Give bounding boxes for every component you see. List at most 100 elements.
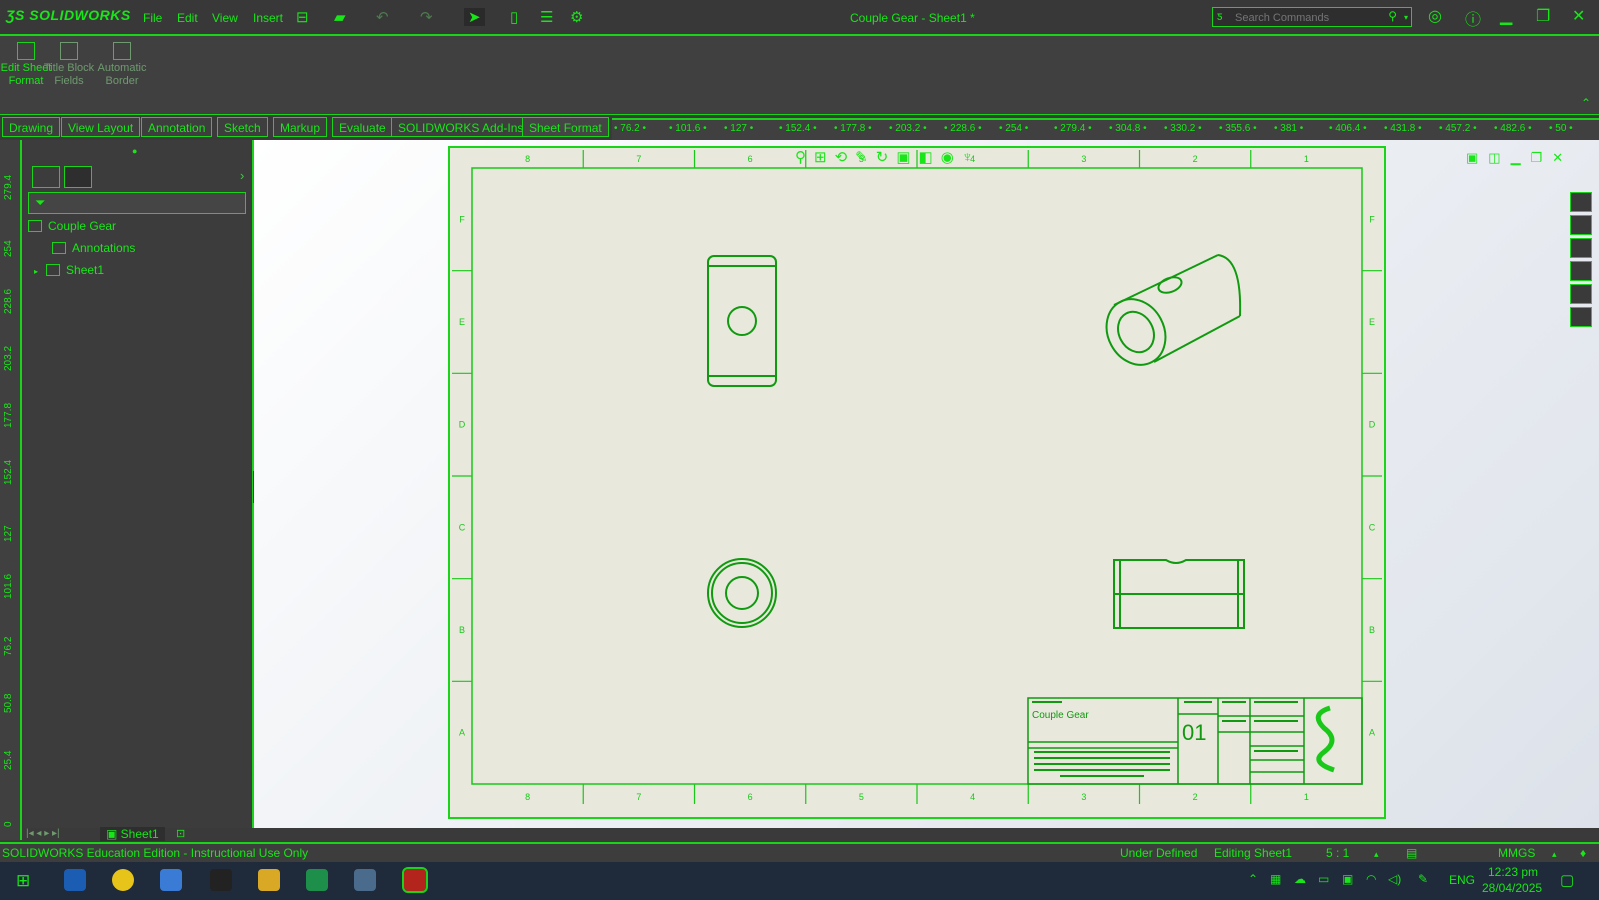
- hide-show-icon[interactable]: ◉: [941, 149, 962, 166]
- tree-root[interactable]: Couple Gear: [28, 219, 116, 233]
- clock-date[interactable]: 28/04/2025: [1482, 881, 1542, 895]
- rebuild-status-icon[interactable]: ▤: [1406, 846, 1417, 860]
- solidworks-taskbar-icon[interactable]: [402, 867, 428, 893]
- panel-handle-icon[interactable]: ●: [132, 146, 137, 156]
- tab-annotation[interactable]: Annotation: [141, 117, 213, 137]
- pen-icon[interactable]: ✎: [1418, 872, 1428, 886]
- appearance-icon[interactable]: ♆: [962, 149, 981, 166]
- tray-overflow-icon[interactable]: ⌃: [1248, 872, 1258, 886]
- menu-edit[interactable]: Edit: [177, 11, 198, 25]
- drawing-sheet[interactable]: 87654321 87654321 FEDCBA FEDCBA Couple G…: [448, 146, 1386, 819]
- search-commands[interactable]: ƽ ⚲ ▾: [1212, 7, 1412, 27]
- view-close-icon[interactable]: ✕: [1552, 150, 1573, 165]
- view-orientation-icon[interactable]: ▣: [896, 149, 918, 166]
- windows-start-icon[interactable]: ⊞: [16, 871, 30, 891]
- previous-view-icon[interactable]: ⟲: [835, 149, 856, 166]
- tree-item-sheet1[interactable]: ▸ Sheet1: [34, 263, 104, 277]
- feature-manager-tab-icon[interactable]: [32, 166, 60, 188]
- title-block-fields-icon: [60, 42, 78, 60]
- tab-view-layout[interactable]: View Layout: [61, 117, 141, 137]
- menu-file[interactable]: File: [143, 11, 162, 25]
- zoom-area-icon[interactable]: ⊞: [814, 149, 835, 166]
- sheet-nav-arrows-icon[interactable]: |◂ ◂ ▸ ▸|: [26, 828, 60, 839]
- automatic-border-button[interactable]: Automatic Border: [94, 40, 150, 88]
- print-icon[interactable]: ▰: [334, 8, 346, 26]
- file-explorer-icon[interactable]: [1570, 238, 1592, 258]
- solidworks-search-icon: ƽ: [1217, 9, 1223, 23]
- minimize-icon[interactable]: ▁: [1500, 6, 1512, 26]
- tile-vertical-icon[interactable]: ◫: [1488, 150, 1510, 165]
- units-dropdown-icon[interactable]: ▴: [1552, 849, 1557, 860]
- units-status[interactable]: MMGS: [1498, 846, 1535, 860]
- wifi-icon[interactable]: ◠: [1366, 872, 1376, 886]
- expand-panel-icon[interactable]: ›: [240, 168, 244, 183]
- tab-solidworks-add-ins[interactable]: SOLIDWORKS Add-Ins: [391, 117, 531, 137]
- design-library-icon[interactable]: [1570, 215, 1592, 235]
- tab-markup[interactable]: Markup: [273, 117, 328, 137]
- display-style-icon[interactable]: ◧: [919, 149, 941, 166]
- view-palette-icon[interactable]: [1570, 261, 1592, 281]
- top-view: [707, 558, 777, 628]
- volume-icon[interactable]: ◁): [1388, 872, 1401, 886]
- rotate-icon[interactable]: ↻: [876, 149, 897, 166]
- edit-sheet-format-icon: [17, 42, 35, 60]
- property-manager-tab-icon[interactable]: [64, 166, 92, 188]
- menu-insert[interactable]: Insert: [253, 11, 283, 25]
- rebuild-icon[interactable]: ▯: [510, 8, 518, 26]
- tray-app-icon[interactable]: ▦: [1270, 872, 1281, 886]
- tab-drawing[interactable]: Drawing: [2, 117, 61, 137]
- search-icon[interactable]: ⚲: [1388, 9, 1397, 23]
- menu-view[interactable]: View: [212, 11, 238, 25]
- view-restore-icon[interactable]: ❐: [1531, 150, 1553, 165]
- security-icon[interactable]: ▣: [1342, 872, 1353, 886]
- solidworks-logo[interactable]: ƷS SOLIDWORKS: [6, 7, 131, 23]
- solidworks-resources-icon[interactable]: [1570, 192, 1592, 212]
- expand-arrow-icon[interactable]: ▸: [34, 267, 38, 276]
- vpn-icon[interactable]: [306, 869, 328, 891]
- search-input[interactable]: [1233, 9, 1387, 27]
- tree-item-annotations[interactable]: Annotations: [52, 241, 135, 255]
- appearances-icon[interactable]: [1570, 284, 1592, 304]
- notifications-icon[interactable]: ▢: [1560, 871, 1574, 889]
- restore-icon[interactable]: ❐: [1536, 6, 1550, 26]
- view-minimize-icon[interactable]: ▁: [1511, 150, 1531, 165]
- title-bar: ƷS SOLIDWORKS File Edit View Insert ⊟ ▰ …: [0, 0, 1599, 36]
- scale-status[interactable]: 5 : 1: [1326, 846, 1349, 860]
- app-icon[interactable]: [160, 869, 182, 891]
- tab-sketch[interactable]: Sketch: [217, 117, 268, 137]
- clock-time[interactable]: 12:23 pm: [1488, 865, 1538, 879]
- zone-label: F: [459, 214, 465, 224]
- sheet-tab-sheet1[interactable]: ▣ Sheet1: [100, 827, 165, 841]
- add-sheet-icon[interactable]: ⊡: [176, 827, 185, 840]
- title-block-fields-button[interactable]: Title Block Fields: [43, 40, 95, 88]
- battery-icon[interactable]: ▭: [1318, 872, 1329, 886]
- whiteboard-icon[interactable]: [354, 869, 376, 891]
- tree-filter[interactable]: ⏷: [28, 192, 246, 214]
- file-properties-icon[interactable]: ☰: [540, 8, 553, 26]
- custom-properties-icon[interactable]: [1570, 307, 1592, 327]
- chrome-icon[interactable]: [112, 869, 134, 891]
- redo-icon[interactable]: ↷: [420, 8, 433, 26]
- zoom-to-fit-icon[interactable]: ⚲: [795, 149, 814, 166]
- undo-icon[interactable]: ↶: [376, 8, 389, 26]
- language-indicator[interactable]: ENG: [1449, 873, 1475, 887]
- help-icon[interactable]: ⓘ: [1465, 6, 1481, 30]
- section-view-icon[interactable]: ✎: [855, 149, 876, 166]
- notes-icon[interactable]: [210, 869, 232, 891]
- account-icon[interactable]: ◎: [1428, 6, 1442, 26]
- file-explorer-taskbar-icon[interactable]: [258, 869, 280, 891]
- options-gear-icon[interactable]: ⚙: [570, 8, 583, 26]
- search-dropdown-icon[interactable]: ▾: [1404, 13, 1408, 22]
- outlook-icon[interactable]: [64, 869, 86, 891]
- select-arrow-icon[interactable]: ➤: [464, 8, 485, 26]
- tab-evaluate[interactable]: Evaluate: [332, 117, 393, 137]
- onedrive-icon[interactable]: ☁: [1294, 872, 1306, 886]
- close-icon[interactable]: ✕: [1572, 6, 1585, 26]
- zone-label: B: [459, 625, 465, 635]
- tab-sheet-format[interactable]: Sheet Format: [522, 117, 609, 137]
- pin-icon[interactable]: ⊟: [296, 8, 309, 26]
- collapse-ribbon-icon[interactable]: ⌃: [1581, 96, 1591, 110]
- tile-horizontal-icon[interactable]: ▣: [1466, 150, 1488, 165]
- customize-statusbar-icon[interactable]: ♦: [1580, 846, 1586, 860]
- scale-dropdown-icon[interactable]: ▴: [1374, 849, 1379, 860]
